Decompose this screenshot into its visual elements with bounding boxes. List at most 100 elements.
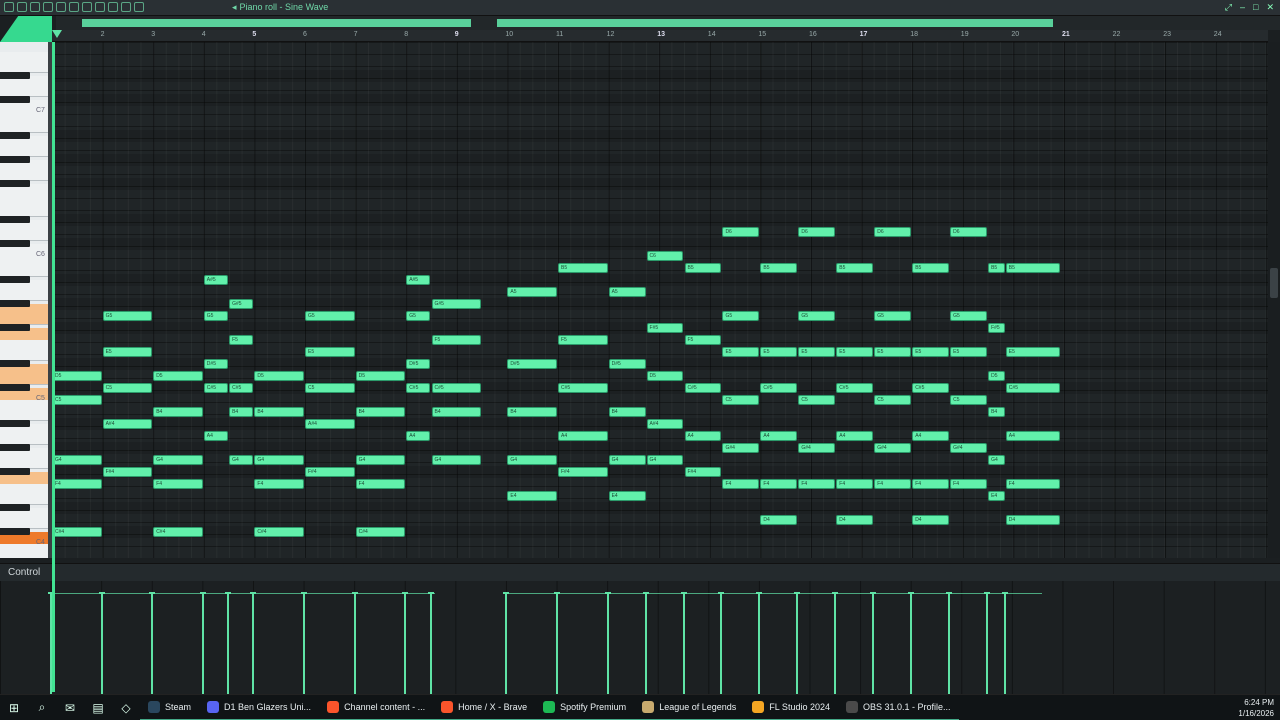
- note[interactable]: A4: [684, 431, 722, 441]
- note[interactable]: F4: [254, 479, 304, 489]
- note[interactable]: F4: [836, 479, 874, 489]
- black-key[interactable]: [0, 156, 30, 163]
- note[interactable]: G4: [988, 455, 1005, 465]
- note[interactable]: G4: [254, 455, 304, 465]
- note[interactable]: C#5: [912, 383, 950, 393]
- taskbar-app[interactable]: Channel content - ...: [319, 695, 434, 720]
- piano-keyboard[interactable]: C7 C6 C5 C4: [0, 42, 48, 558]
- note[interactable]: G5: [203, 311, 229, 321]
- note[interactable]: D5: [988, 371, 1005, 381]
- note[interactable]: B4: [229, 407, 254, 417]
- black-key[interactable]: [0, 504, 30, 511]
- tool-corner[interactable]: [0, 16, 52, 42]
- black-key[interactable]: [0, 300, 30, 307]
- note[interactable]: F4: [1005, 479, 1061, 489]
- note[interactable]: D4: [1005, 515, 1061, 525]
- note[interactable]: D6: [722, 227, 760, 237]
- mail-icon[interactable]: ✉: [56, 695, 84, 720]
- note[interactable]: C#5: [836, 383, 874, 393]
- note[interactable]: A#4: [646, 419, 684, 429]
- note[interactable]: C#5: [558, 383, 608, 393]
- slice-icon[interactable]: [95, 2, 105, 12]
- note[interactable]: D#5: [203, 359, 229, 369]
- note[interactable]: C#5: [431, 383, 482, 393]
- note[interactable]: C5: [798, 395, 836, 405]
- note[interactable]: D4: [760, 515, 798, 525]
- taskbar-app[interactable]: FL Studio 2024: [744, 695, 838, 720]
- note[interactable]: B4: [153, 407, 203, 417]
- note[interactable]: A4: [836, 431, 874, 441]
- zoom-icon[interactable]: [121, 2, 131, 12]
- velocity-bar[interactable]: [794, 592, 801, 694]
- white-key[interactable]: [0, 544, 48, 558]
- pencil-icon[interactable]: [43, 2, 53, 12]
- white-key[interactable]: [0, 280, 48, 301]
- overview-strip[interactable]: [56, 16, 1280, 30]
- note[interactable]: F4: [798, 479, 836, 489]
- white-key[interactable]: [0, 484, 48, 505]
- note[interactable]: E5: [912, 347, 950, 357]
- magnet-icon[interactable]: [17, 2, 27, 12]
- note[interactable]: C5: [52, 395, 102, 405]
- taskbar-app[interactable]: D1 Ben Glazers Uni...: [199, 695, 320, 720]
- note[interactable]: D5: [153, 371, 203, 381]
- note[interactable]: G#5: [229, 299, 254, 309]
- note[interactable]: B5: [760, 263, 798, 273]
- note[interactable]: A4: [203, 431, 229, 441]
- note[interactable]: C5: [102, 383, 153, 393]
- note[interactable]: G5: [874, 311, 912, 321]
- minimize-icon[interactable]: –: [1240, 2, 1245, 13]
- note[interactable]: C#5: [684, 383, 722, 393]
- note[interactable]: A5: [608, 287, 646, 297]
- delete-icon[interactable]: [69, 2, 79, 12]
- note-grid[interactable]: D5 C5 G4 F4 C#4 G5 E5 C5 A#4 F#4 D5 B4 G4 F4 C#4 A#5 G#5…: [52, 42, 1268, 558]
- note[interactable]: F5: [558, 335, 608, 345]
- note[interactable]: G4: [52, 455, 102, 465]
- note[interactable]: B5: [684, 263, 722, 273]
- velocity-editor[interactable]: [0, 581, 1280, 694]
- velocity-bar[interactable]: [604, 592, 611, 694]
- note[interactable]: G4: [608, 455, 646, 465]
- note[interactable]: E5: [1005, 347, 1061, 357]
- note[interactable]: C#5: [229, 383, 254, 393]
- velocity-bar[interactable]: [149, 592, 156, 694]
- note[interactable]: C5: [874, 395, 912, 405]
- windows-start-icon[interactable]: ⊞: [0, 695, 28, 720]
- note[interactable]: C5: [950, 395, 988, 405]
- black-key[interactable]: [0, 216, 30, 223]
- note[interactable]: G4: [646, 455, 684, 465]
- scroll-thumb[interactable]: [1270, 268, 1278, 298]
- menu-icon[interactable]: [4, 2, 14, 12]
- velocity-bar[interactable]: [301, 592, 307, 694]
- note[interactable]: E5: [722, 347, 760, 357]
- taskbar-app[interactable]: League of Legends: [634, 695, 745, 720]
- velocity-bar[interactable]: [642, 592, 649, 694]
- note[interactable]: E5: [102, 347, 153, 357]
- white-key[interactable]: [0, 508, 48, 529]
- note[interactable]: F4: [722, 479, 760, 489]
- clock[interactable]: 6:24 PM 1/16/2026: [1238, 697, 1274, 719]
- velocity-bar[interactable]: [908, 592, 915, 694]
- note[interactable]: F#4: [684, 467, 722, 477]
- note[interactable]: A4: [760, 431, 798, 441]
- select-icon[interactable]: [108, 2, 118, 12]
- note[interactable]: C6: [646, 251, 684, 261]
- note[interactable]: A4: [1005, 431, 1061, 441]
- velocity-bar[interactable]: [756, 592, 763, 694]
- close-icon[interactable]: ✕: [1266, 2, 1274, 13]
- velocity-bar[interactable]: [199, 592, 206, 694]
- note[interactable]: F#5: [646, 323, 684, 333]
- note[interactable]: B4: [431, 407, 482, 417]
- note[interactable]: F5: [431, 335, 482, 345]
- note[interactable]: A4: [558, 431, 608, 441]
- black-key[interactable]: [0, 324, 30, 331]
- note[interactable]: B4: [254, 407, 304, 417]
- note[interactable]: G5: [798, 311, 836, 321]
- note[interactable]: C#4: [153, 527, 203, 537]
- white-key[interactable]: [0, 136, 48, 157]
- note[interactable]: F#4: [305, 467, 355, 477]
- timeline-ruler[interactable]: 2 3 4 5 6 7 8 9 10 11 12 13 14 15 16 17 18 19 20 21 22 23 24: [52, 30, 1268, 42]
- maximize-icon[interactable]: □: [1253, 2, 1258, 13]
- note[interactable]: B5: [558, 263, 608, 273]
- velocity-bar[interactable]: [402, 592, 409, 694]
